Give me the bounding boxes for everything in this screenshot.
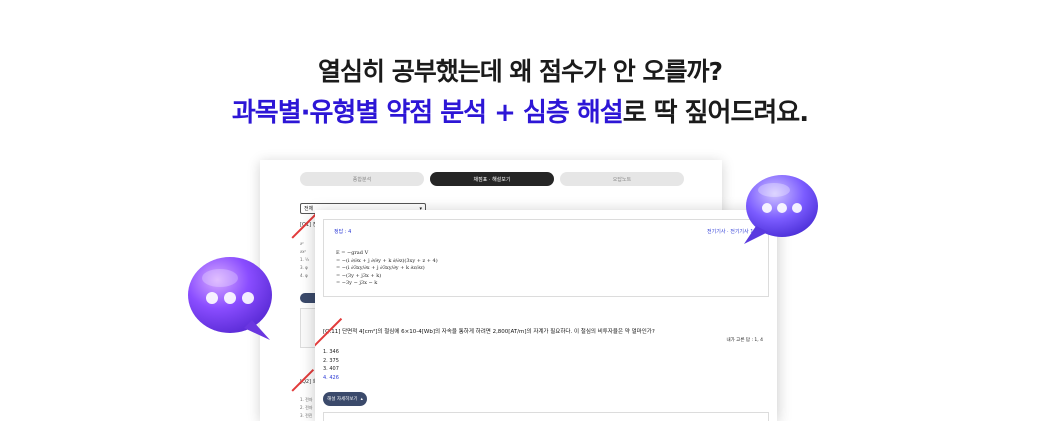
headline-rest: 로 딱 짚어드려요.	[622, 98, 809, 128]
front-window: 정답 : 4 전기기사 · 전기기사 1회 E = −grad V = −(i …	[315, 210, 777, 421]
answer-label: 정답 : 4	[334, 229, 352, 235]
choice-list: 1. 346 2. 375 3. 407 4. 426	[323, 348, 339, 382]
tab-scoring-explanation[interactable]: 채점표 · 해설보기	[430, 172, 554, 186]
tab-wrong-answer-note[interactable]: 오답노트	[560, 172, 684, 186]
list-item: 1. 전자	[300, 397, 313, 402]
chevron-up-icon: ▴	[360, 396, 363, 402]
headline-accent: 과목별·유형별 약점 분석 + 심층 해설	[231, 98, 624, 128]
question-text: [Q.11] 단면적 4[cm²]의 철심에 6×10-4[Wb]의 자속을 통…	[323, 329, 655, 335]
my-answer-label: 내가 고른 답 : 1, 4	[726, 338, 763, 343]
formula-block: E = −grad V = −(i ∂/∂x + j ∂/∂y + k ∂/∂z…	[336, 250, 438, 286]
filter-select-value: 전체	[304, 206, 314, 212]
chat-bubble-icon	[744, 175, 818, 244]
choice-item[interactable]: 1. 346	[323, 348, 339, 357]
answer-box: 정답 : 4 전기기사 · 전기기사 1회 E = −grad V = −(i …	[323, 219, 769, 297]
explain-detail-label: 해설 자세히보기	[327, 397, 358, 402]
list-item: 2. 전자	[300, 405, 313, 410]
choice-item-correct[interactable]: 4. 426	[323, 374, 339, 383]
explanation-box	[323, 412, 769, 421]
choice-item[interactable]: 2. 375	[323, 357, 339, 366]
explain-detail-button[interactable]: 해설 자세히보기 ▴	[323, 392, 367, 406]
list-item: 3. 전진	[300, 413, 313, 418]
tab-bar: 종합분석 채점표 · 해설보기 오답노트	[300, 172, 684, 186]
headline-line-1: 열심히 공부했는데 왜 점수가 안 오를까?	[317, 57, 723, 86]
tab-overall-analysis[interactable]: 종합분석	[300, 172, 424, 186]
formula-snippet: ∂² ∂x² 1. ½ 3. φ 4. φ	[300, 241, 309, 278]
choice-list-back: 1. 전자 2. 전자 3. 전진	[300, 396, 312, 420]
chat-bubble-icon	[188, 257, 272, 340]
headline-line-2: 과목별·유형별 약점 분석 + 심층 해설로 딱 짚어드려요.	[0, 92, 1040, 129]
choice-item[interactable]: 3. 407	[323, 365, 339, 374]
